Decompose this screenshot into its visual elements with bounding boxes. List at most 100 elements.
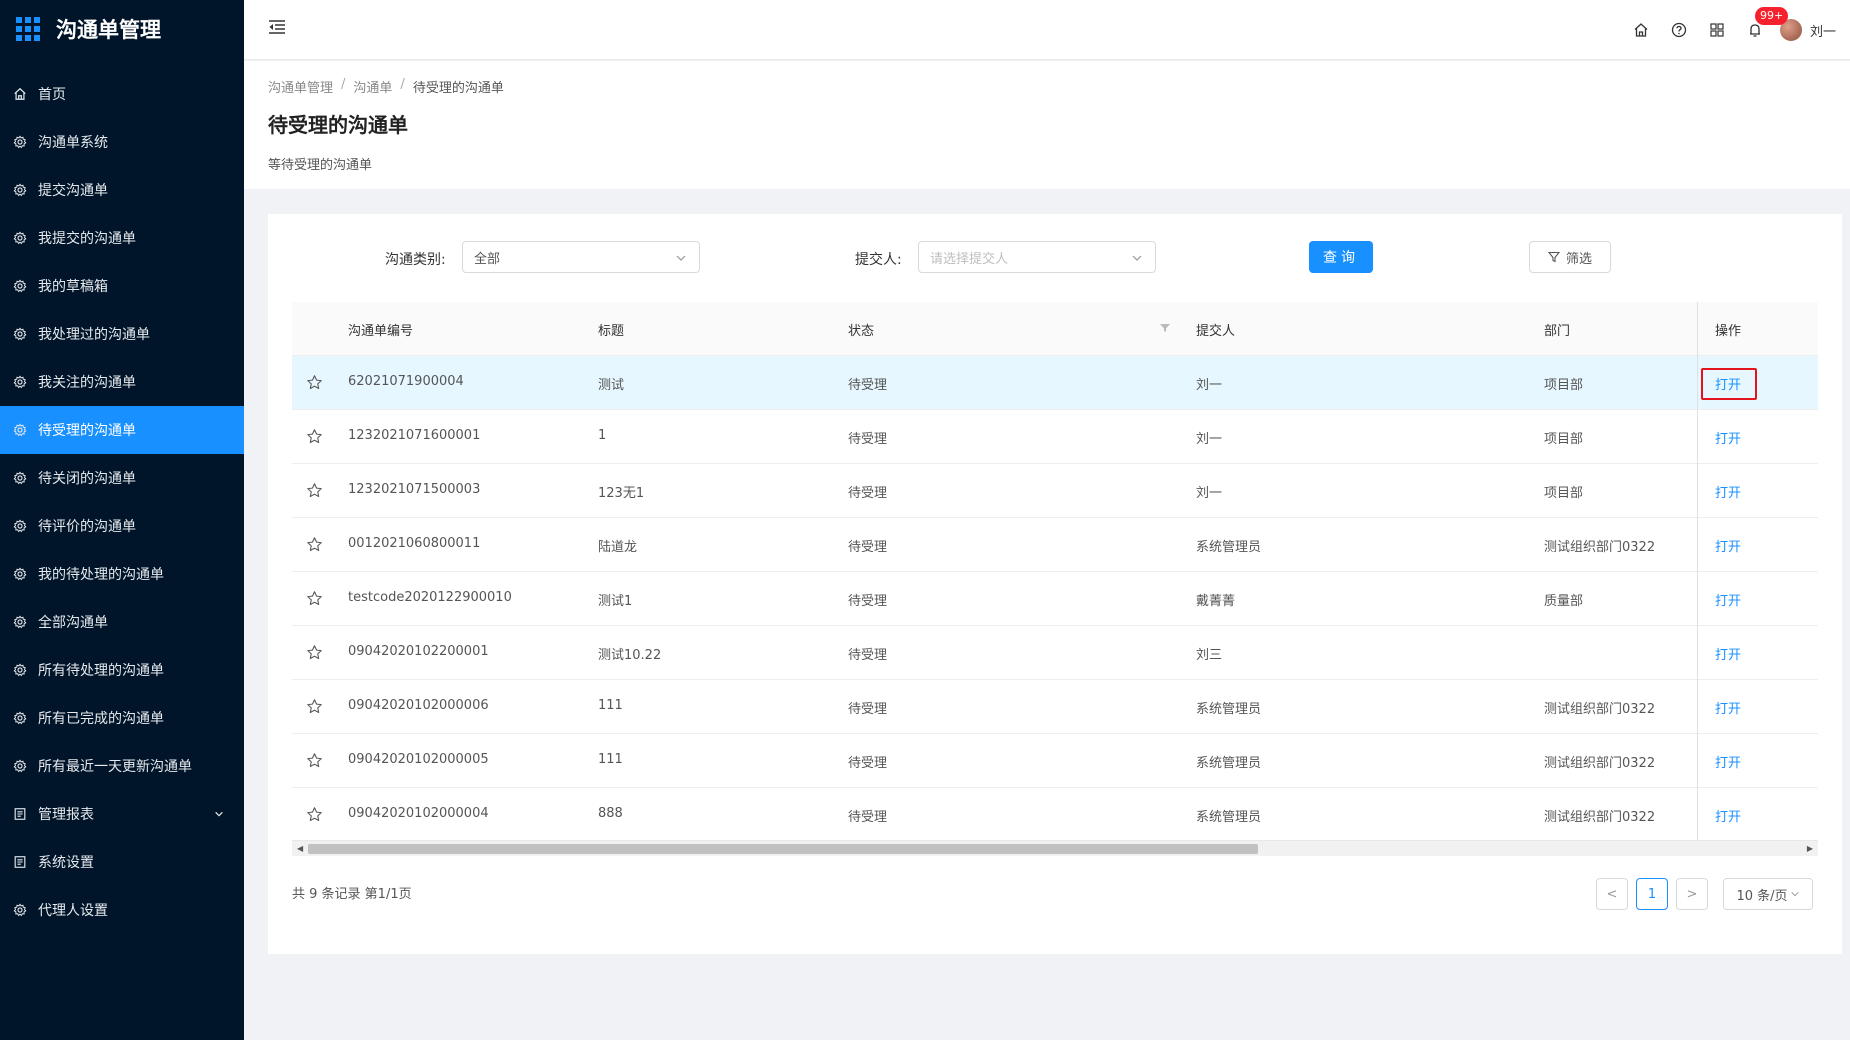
scroll-thumb[interactable]: [308, 844, 1258, 854]
filter-button[interactable]: 筛选: [1529, 241, 1611, 273]
cell-status: 待受理: [848, 432, 888, 447]
cell-title: 陆道龙: [598, 540, 638, 555]
table-row[interactable]: 1232021071600001 1 待受理 刘一 项目部 打开: [292, 410, 1818, 464]
cell-status: 待受理: [848, 810, 888, 825]
sidebar-item[interactable]: 所有待处理的沟通单: [0, 646, 244, 694]
sidebar-item-label: 系统设置: [38, 855, 94, 871]
cell-id: 09042020102200001: [348, 644, 489, 659]
scroll-left-icon[interactable]: ◀: [297, 844, 303, 853]
star-icon[interactable]: [306, 374, 323, 395]
gear-icon: [12, 662, 28, 678]
star-icon[interactable]: [306, 590, 323, 611]
content-card: 沟通类别: 全部 提交人: 请选择提交人 查询 筛选 沟通单编号 标题 状态 提…: [268, 214, 1842, 954]
open-link[interactable]: 打开: [1715, 536, 1741, 555]
table-row[interactable]: 62021071900004 测试 待受理 刘一 项目部 打开: [292, 356, 1818, 410]
breadcrumb-item[interactable]: 沟通单管理: [268, 77, 333, 96]
star-icon[interactable]: [306, 806, 323, 827]
cell-title: 测试1: [598, 594, 633, 609]
sidebar-item[interactable]: 代理人设置: [0, 886, 244, 934]
gear-icon: [12, 278, 28, 294]
top-bar: 99+ 刘一: [244, 0, 1850, 60]
table-row[interactable]: 09042020102000004 888 待受理 系统管理员 测试组织部门0322 打开: [292, 788, 1818, 842]
sidebar-item[interactable]: 我的草稿箱: [0, 262, 244, 310]
sidebar-item[interactable]: 待关闭的沟通单: [0, 454, 244, 502]
sidebar-item[interactable]: 我关注的沟通单: [0, 358, 244, 406]
sidebar-item[interactable]: 管理报表: [0, 790, 244, 838]
gear-icon: [12, 710, 28, 726]
cell-title: 测试10.22: [598, 648, 662, 663]
table-row[interactable]: 1232021071500003 123无1 待受理 刘一 项目部 打开: [292, 464, 1818, 518]
open-link[interactable]: 打开: [1715, 644, 1741, 663]
query-button[interactable]: 查询: [1309, 241, 1373, 273]
menu-fold-icon[interactable]: [268, 18, 286, 40]
sidebar-item[interactable]: 沟通单系统: [0, 118, 244, 166]
open-link[interactable]: 打开: [1715, 752, 1741, 771]
cell-dept: 项目部: [1544, 486, 1584, 501]
sidebar-item[interactable]: 提交沟通单: [0, 166, 244, 214]
sidebar-item-label: 我的待处理的沟通单: [38, 567, 164, 583]
breadcrumb-separator: /: [400, 77, 405, 92]
table-row[interactable]: 09042020102000006 111 待受理 系统管理员 测试组织部门0322 打开: [292, 680, 1818, 734]
submitter-select[interactable]: 请选择提交人: [918, 241, 1156, 273]
sidebar-item[interactable]: 待评价的沟通单: [0, 502, 244, 550]
next-page-button[interactable]: >: [1676, 878, 1708, 910]
page-1-button[interactable]: 1: [1636, 878, 1668, 910]
sidebar-item[interactable]: 首页: [0, 70, 244, 118]
sidebar-item[interactable]: 全部沟通单: [0, 598, 244, 646]
home-icon[interactable]: [1622, 0, 1660, 60]
horizontal-scrollbar[interactable]: ◀ ▶: [292, 840, 1818, 856]
cell-dept: 项目部: [1544, 432, 1584, 447]
user-name: 刘一: [1809, 24, 1836, 40]
prev-page-button[interactable]: <: [1596, 878, 1628, 910]
apps-icon[interactable]: [1698, 0, 1736, 60]
scroll-right-icon[interactable]: ▶: [1807, 844, 1813, 853]
cell-id: 0012021060800011: [348, 536, 481, 551]
sidebar-item[interactable]: 我的待处理的沟通单: [0, 550, 244, 598]
open-link[interactable]: 打开: [1715, 482, 1741, 501]
sidebar-item[interactable]: 我提交的沟通单: [0, 214, 244, 262]
star-icon[interactable]: [306, 698, 323, 719]
breadcrumb-item[interactable]: 沟通单: [353, 77, 392, 96]
open-link[interactable]: 打开: [1715, 428, 1741, 447]
star-icon[interactable]: [306, 428, 323, 449]
gear-icon: [12, 326, 28, 342]
star-icon[interactable]: [306, 752, 323, 773]
logo: 沟通单管理: [0, 0, 244, 58]
open-link[interactable]: 打开: [1715, 590, 1741, 609]
sidebar-item[interactable]: 系统设置: [0, 838, 244, 886]
cell-id: 09042020102000004: [348, 806, 489, 821]
gear-icon: [12, 182, 28, 198]
sidebar: 沟通单管理 首页 沟通单系统 提交沟通单 我提交的沟通单 我的草稿箱 我处理过的沟通单 我关…: [0, 0, 244, 1040]
notification-bell-icon[interactable]: 99+: [1736, 0, 1789, 60]
cell-id: testcode2020122900010: [348, 590, 512, 605]
sidebar-item[interactable]: 所有已完成的沟通单: [0, 694, 244, 742]
table-row[interactable]: testcode2020122900010 测试1 待受理 戴菁菁 质量部 打开: [292, 572, 1818, 626]
cell-title: 888: [598, 806, 623, 821]
sidebar-item[interactable]: 我处理过的沟通单: [0, 310, 244, 358]
star-icon[interactable]: [306, 482, 323, 503]
star-icon[interactable]: [306, 644, 323, 665]
open-link[interactable]: 打开: [1715, 698, 1741, 717]
table-row[interactable]: 0012021060800011 陆道龙 待受理 系统管理员 测试组织部门0322 打开: [292, 518, 1818, 572]
table-row[interactable]: 09042020102200001 测试10.22 待受理 刘三 打开: [292, 626, 1818, 680]
status-filter-icon[interactable]: [1160, 322, 1170, 337]
page-header: 沟通单管理 / 沟通单 / 待受理的沟通单 待受理的沟通单 等待受理的沟通单: [244, 61, 1850, 189]
category-select[interactable]: 全部: [462, 241, 700, 273]
cell-id: 62021071900004: [348, 374, 464, 389]
app-title: 沟通单管理: [56, 18, 161, 42]
cell-submitter: 刘一: [1196, 378, 1223, 393]
highlight-box: [1701, 368, 1757, 400]
filter-icon: [1547, 251, 1560, 263]
open-link[interactable]: 打开: [1715, 806, 1741, 825]
table-row[interactable]: 09042020102000005 111 待受理 系统管理员 测试组织部门0322 打开: [292, 734, 1818, 788]
gear-icon: [12, 422, 28, 438]
col-header-dept: 部门: [1544, 324, 1571, 339]
sidebar-item[interactable]: 待受理的沟通单: [0, 406, 244, 454]
star-icon[interactable]: [306, 536, 323, 557]
help-icon[interactable]: [1660, 0, 1698, 60]
page-size-select[interactable]: 10 条/页: [1723, 878, 1813, 910]
submitter-label: 提交人:: [855, 252, 902, 268]
submitter-placeholder: 请选择提交人: [930, 251, 1009, 267]
col-header-action: 操作: [1715, 324, 1742, 339]
sidebar-item[interactable]: 所有最近一天更新沟通单: [0, 742, 244, 790]
